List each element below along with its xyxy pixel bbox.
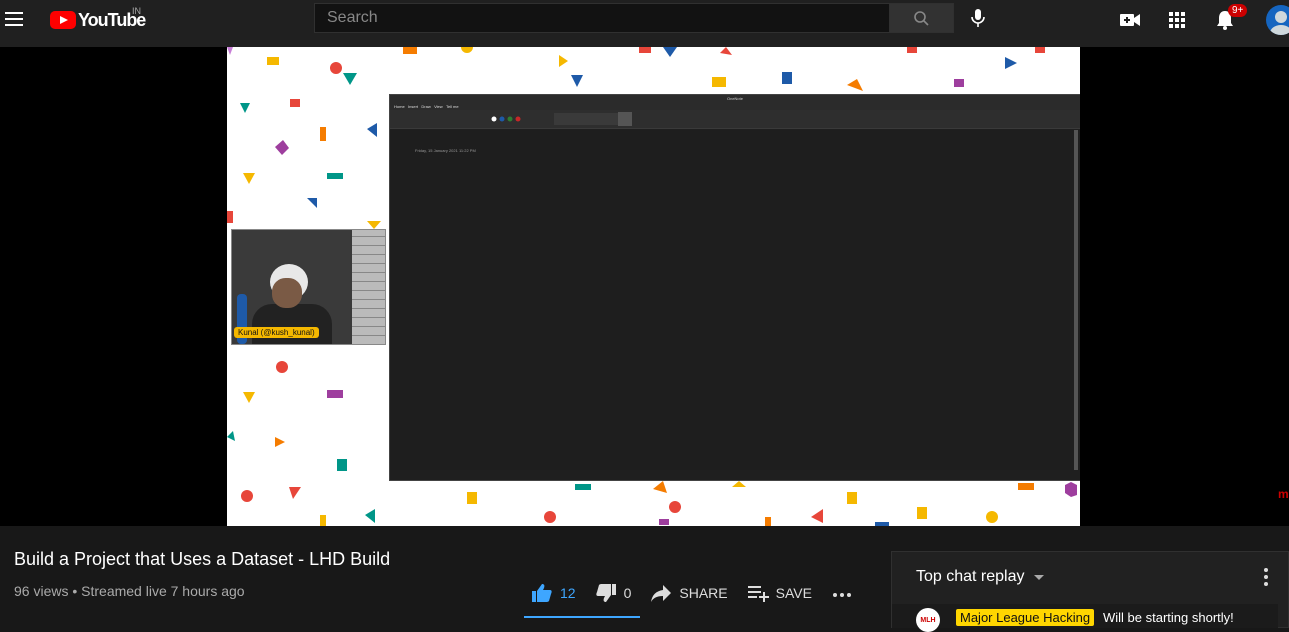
video-frame[interactable]: OneNote Home Insert Draw View Tell me Fr… [227, 47, 1080, 526]
microphone-icon [971, 9, 985, 27]
presenter-face [272, 278, 302, 308]
video-camera-plus-icon [1120, 14, 1140, 26]
more-vertical-icon [1264, 568, 1268, 586]
pen-toolbar-icons [491, 112, 632, 126]
search-box [314, 3, 890, 33]
apps-grid-icon [1169, 12, 1185, 28]
search-input[interactable] [315, 4, 889, 32]
brick-wall [352, 230, 385, 344]
chat-author-avatar[interactable]: MLH [916, 608, 940, 632]
create-video-button[interactable] [1118, 8, 1142, 32]
like-ratio-bar [524, 616, 640, 618]
menu-home: Home [394, 104, 405, 109]
search-icon [914, 11, 929, 26]
side-logo-mark: m [1278, 487, 1289, 501]
drawing-ribbon [390, 110, 1080, 129]
save-label: SAVE [775, 585, 812, 601]
live-chat-panel: Top chat replay MLH Major League Hacking… [891, 551, 1289, 632]
shared-screen-onenote: OneNote Home Insert Draw View Tell me Fr… [389, 94, 1080, 481]
app-title: OneNote [390, 95, 1080, 103]
note-scrollbar [1074, 130, 1078, 470]
thumbs-down-icon [595, 584, 616, 602]
menu-view: View [434, 104, 443, 109]
menu-tell-me: Tell me [445, 104, 459, 109]
dislike-button[interactable]: 0 [594, 582, 632, 604]
like-count: 12 [560, 585, 576, 601]
note-canvas [390, 130, 1070, 470]
video-player[interactable]: OneNote Home Insert Draw View Tell me Fr… [0, 47, 1289, 526]
youtube-play-icon [50, 11, 76, 29]
menu-draw: Draw [421, 104, 431, 109]
playlist-add-icon [747, 586, 769, 602]
video-title: Build a Project that Uses a Dataset - LH… [14, 549, 391, 569]
chevron-down-icon [1033, 575, 1044, 580]
country-code: IN [132, 6, 141, 16]
more-horizontal-icon [832, 593, 851, 597]
apps-button[interactable] [1165, 8, 1189, 32]
chat-message-text: Will be starting shortly! [1103, 610, 1234, 625]
chat-more-options-button[interactable] [1256, 566, 1276, 588]
presenter-webcam: Kunal (@kush_kunal) [231, 229, 386, 345]
video-actions: 12 0 SHARE SAVE [530, 582, 878, 604]
video-meta: 96 views • Streamed live 7 hours ago [14, 583, 245, 599]
note-date: Friday, 15 January 2021 11:22 PM [415, 148, 476, 153]
voice-search-button[interactable] [964, 6, 992, 32]
notification-badge: 9+ [1228, 4, 1248, 17]
chat-author-name[interactable]: Major League Hacking [956, 609, 1095, 626]
chat-mode-dropdown[interactable]: Top chat replay [916, 568, 1049, 586]
search-button[interactable] [889, 3, 954, 33]
menu-insert: Insert [408, 104, 419, 109]
share-button[interactable]: SHARE [649, 582, 728, 604]
save-button[interactable]: SAVE [746, 582, 812, 604]
dislike-count: 0 [623, 585, 632, 601]
share-arrow-icon [651, 585, 672, 602]
share-label: SHARE [679, 585, 728, 601]
like-button[interactable]: 12 [530, 582, 576, 604]
thumbs-up-icon [532, 584, 552, 602]
more-actions-button[interactable] [830, 582, 860, 604]
presenter-hoodie [252, 304, 332, 344]
app-menu: Home Insert Draw View Tell me [390, 103, 1080, 110]
top-bar: YouTube IN Search 9+ [0, 0, 1289, 47]
menu-icon[interactable] [5, 12, 23, 26]
chat-mode-label: Top chat replay [916, 568, 1025, 585]
presenter-label: Kunal (@kush_kunal) [234, 327, 319, 338]
account-avatar[interactable] [1266, 5, 1289, 35]
user-icon [1270, 11, 1289, 35]
